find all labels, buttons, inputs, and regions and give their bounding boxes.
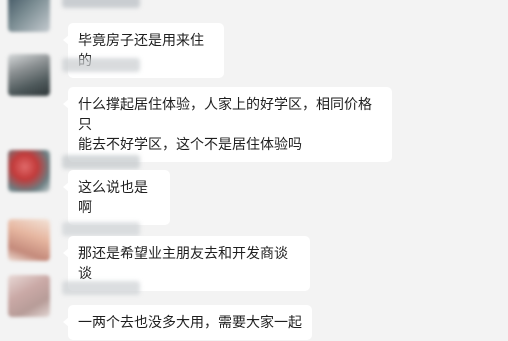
- message-bubble[interactable]: 这么说也是啊: [63, 170, 170, 225]
- sender-name-blurred: [62, 58, 140, 72]
- avatar[interactable]: [8, 275, 50, 317]
- sender-name-blurred: [62, 155, 140, 169]
- sender-name-blurred: [62, 281, 140, 295]
- sender-name-blurred: [62, 0, 140, 8]
- message-bubble[interactable]: 什么撑起居住体验，人家上的好学区，相同价格只 能去不好学区，这个不是居住体验吗: [63, 87, 392, 162]
- message-bubble[interactable]: 一两个去也没多大用，需要大家一起: [63, 305, 312, 340]
- avatar[interactable]: [8, 54, 50, 96]
- avatar[interactable]: [8, 150, 50, 192]
- avatar[interactable]: [8, 219, 50, 261]
- chat-message-list: 毕竟房子还是用来住的 什么撑起居住体验，人家上的好学区，相同价格只 能去不好学区…: [0, 0, 508, 341]
- sender-name-blurred: [62, 222, 140, 236]
- avatar[interactable]: [8, 0, 50, 32]
